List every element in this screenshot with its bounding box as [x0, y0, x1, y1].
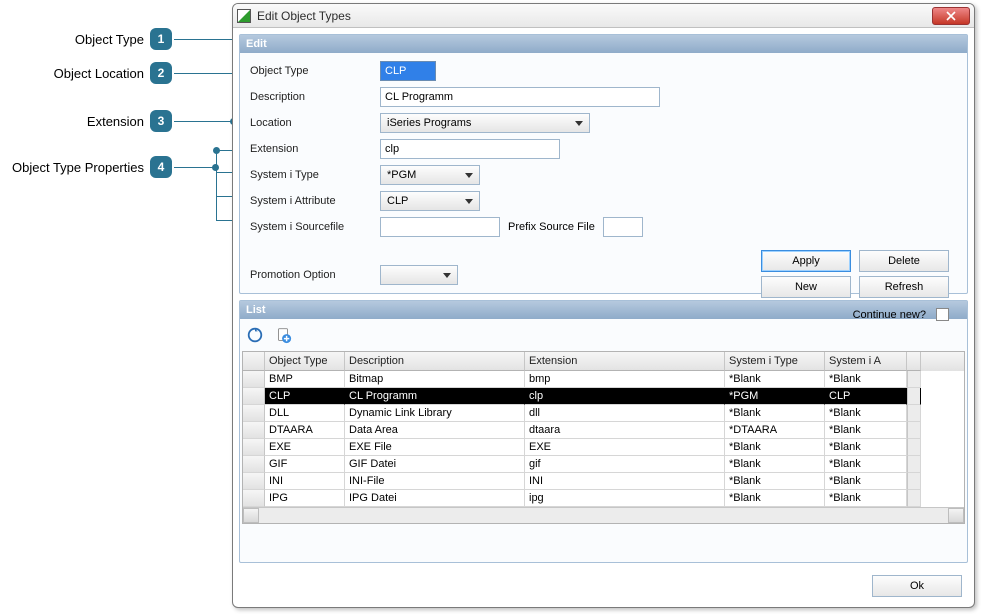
edit-panel-header: Edit — [240, 35, 967, 53]
col-extension[interactable]: Extension — [525, 352, 725, 371]
label-location: Location — [250, 117, 380, 129]
refresh-icon — [246, 326, 264, 347]
location-combo[interactable]: iSeries Programs — [380, 113, 590, 133]
annotation-badge: 3 — [150, 110, 172, 132]
annotation-label: Object Location — [54, 66, 144, 81]
system-i-type-combo[interactable]: *PGM — [380, 165, 480, 185]
refresh-list-button[interactable] — [244, 325, 266, 347]
table-row[interactable]: INIINI-FileINI*Blank*Blank — [243, 473, 964, 490]
ok-button[interactable]: Ok — [872, 575, 962, 597]
add-item-button[interactable] — [272, 325, 294, 347]
object-type-input[interactable] — [380, 61, 436, 81]
label-description: Description — [250, 91, 380, 103]
table-row[interactable]: EXEEXE FileEXE*Blank*Blank — [243, 439, 964, 456]
refresh-button[interactable]: Refresh — [859, 276, 949, 298]
table-row[interactable]: BMPBitmapbmp*Blank*Blank — [243, 371, 964, 388]
new-button[interactable]: New — [761, 276, 851, 298]
col-description[interactable]: Description — [345, 352, 525, 371]
col-object-type[interactable]: Object Type — [265, 352, 345, 371]
system-i-attribute-combo[interactable]: CLP — [380, 191, 480, 211]
table-row[interactable]: DTAARAData Areadtaara*DTAARA*Blank — [243, 422, 964, 439]
table-row[interactable]: DLLDynamic Link Librarydll*Blank*Blank — [243, 405, 964, 422]
delete-button[interactable]: Delete — [859, 250, 949, 272]
annotation-label: Object Type Properties — [12, 160, 144, 175]
table-row[interactable]: GIFGIF Dateigif*Blank*Blank — [243, 456, 964, 473]
edit-panel: Edit Object Type Description Location iS… — [239, 34, 968, 294]
app-icon — [237, 9, 251, 23]
col-system-i-type[interactable]: System i Type — [725, 352, 825, 371]
label-system-i-sourcefile: System i Sourcefile — [250, 221, 380, 233]
prefix-source-file-input[interactable] — [603, 217, 643, 237]
extension-input[interactable] — [380, 139, 560, 159]
annotation-badge: 1 — [150, 28, 172, 50]
description-input[interactable] — [380, 87, 660, 107]
table-row[interactable]: CLPCL Programmclp*PGMCLP — [243, 388, 964, 405]
continue-new-checkbox[interactable] — [936, 308, 949, 321]
object-type-grid[interactable]: Object Type Description Extension System… — [242, 351, 965, 524]
system-i-sourcefile-input[interactable] — [380, 217, 500, 237]
annotation-label: Object Type — [75, 32, 144, 47]
close-button[interactable] — [932, 7, 970, 25]
label-system-i-type: System i Type — [250, 169, 380, 181]
horizontal-scrollbar[interactable] — [243, 507, 964, 523]
label-continue-new: Continue new? — [853, 309, 926, 321]
titlebar[interactable]: Edit Object Types — [233, 4, 974, 28]
annotation-badge: 4 — [150, 156, 172, 178]
annotation-badge: 2 — [150, 62, 172, 84]
table-row[interactable]: IPGIPG Dateiipg*Blank*Blank — [243, 490, 964, 507]
add-document-icon — [274, 326, 292, 347]
label-prefix-source-file: Prefix Source File — [508, 221, 595, 233]
label-extension: Extension — [250, 143, 380, 155]
label-promotion-option: Promotion Option — [250, 269, 380, 281]
apply-button[interactable]: Apply — [761, 250, 851, 272]
list-panel: List Object Type Description — [239, 300, 968, 563]
label-system-i-attribute: System i Attribute — [250, 195, 380, 207]
label-object-type: Object Type — [250, 65, 380, 77]
promotion-option-combo[interactable] — [380, 265, 458, 285]
grid-header-row: Object Type Description Extension System… — [243, 352, 964, 371]
window-title: Edit Object Types — [257, 9, 932, 23]
edit-object-types-window: Edit Object Types Edit Object Type Descr… — [232, 3, 975, 608]
col-system-i-attr[interactable]: System i A — [825, 352, 907, 371]
annotation-label: Extension — [87, 114, 144, 129]
